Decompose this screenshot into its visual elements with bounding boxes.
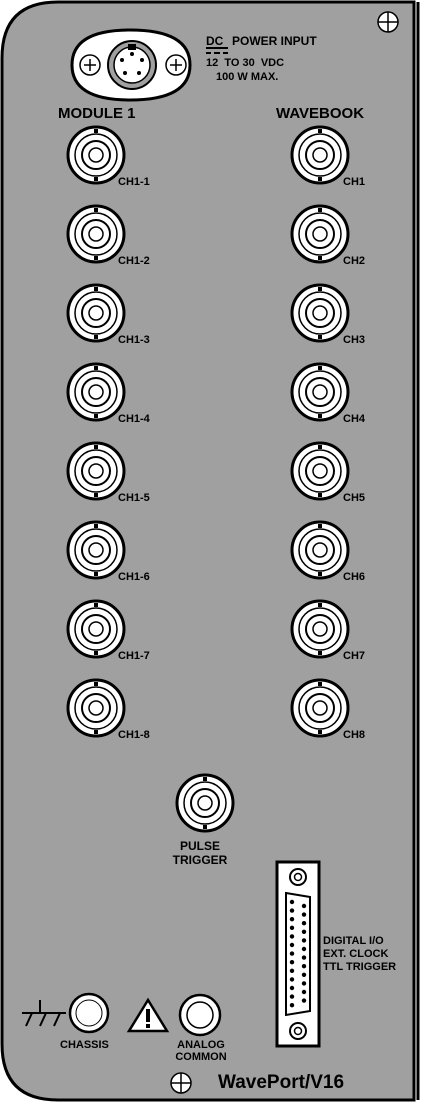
module-channel-label-4: CH1-4: [118, 413, 150, 425]
db25-connector[interactable]: [275, 860, 321, 1048]
wavebook-channel-label-2: CH2: [343, 255, 366, 267]
mounting-screw-bottom: [170, 1072, 192, 1094]
chassis-binding-post[interactable]: [68, 992, 110, 1034]
wavebook-bnc-3[interactable]: [290, 283, 350, 343]
wavebook-header: WAVEBOOK: [276, 105, 365, 122]
dc-power-connector[interactable]: [70, 28, 192, 102]
pulse-trigger-line2: TRIGGER: [172, 853, 228, 867]
module-channel-label-3: CH1-3: [118, 334, 150, 346]
wavebook-bnc-7[interactable]: [290, 599, 350, 659]
module-channel-label-5: CH1-5: [118, 492, 150, 504]
wavebook-bnc-4[interactable]: [290, 362, 350, 422]
module-bnc-8[interactable]: [66, 678, 126, 738]
pulse-trigger-label: PULSE TRIGGER: [160, 840, 240, 866]
chassis-label: CHASSIS: [60, 1039, 109, 1051]
wavebook-channel-label-8: CH8: [343, 729, 366, 741]
analog-common-label: ANALOG COMMON: [165, 1040, 237, 1063]
module-channel-label-2: CH1-2: [118, 255, 150, 267]
power-title: POWER INPUT: [232, 34, 317, 48]
wavebook-bnc-6[interactable]: [290, 520, 350, 580]
module-bnc-1[interactable]: [66, 125, 126, 185]
module-bnc-4[interactable]: [66, 362, 126, 422]
digital-line3: TTL TRIGGER: [323, 961, 397, 973]
module-bnc-5[interactable]: [66, 441, 126, 501]
module-channel-label-8: CH1-8: [118, 729, 150, 741]
wavebook-channel-label-1: CH1: [343, 176, 366, 188]
wavebook-channel-label-3: CH3: [343, 334, 366, 346]
wavebook-bnc-1[interactable]: [290, 125, 350, 185]
digital-line2: EXT. CLOCK: [323, 948, 389, 960]
wavebook-bnc-2[interactable]: [290, 204, 350, 264]
module-bnc-3[interactable]: [66, 283, 126, 343]
module-channel-label-1: CH1-1: [118, 176, 150, 188]
digital-io-label: DIGITAL I/O EXT. CLOCK TTL TRIGGER: [323, 936, 396, 973]
analog-line2: COMMON: [175, 1051, 227, 1063]
wavebook-channel-label-4: CH4: [343, 413, 366, 425]
wavebook-bnc-5[interactable]: [290, 441, 350, 501]
power-prefix: DC: [206, 34, 224, 48]
analog-common-binding-post[interactable]: [178, 993, 222, 1037]
wavebook-channel-label-5: CH5: [343, 492, 366, 504]
power-range: 12 TO 30 VDC: [206, 57, 285, 69]
wavebook-bnc-8[interactable]: [290, 678, 350, 738]
pulse-trigger-bnc[interactable]: [175, 773, 235, 833]
wavebook-channel-label-6: CH6: [343, 571, 366, 583]
digital-line1: DIGITAL I/O: [323, 935, 384, 947]
module-bnc-7[interactable]: [66, 599, 126, 659]
module-header: MODULE 1: [58, 105, 136, 122]
module-bnc-6[interactable]: [66, 520, 126, 580]
mounting-screw-top: [377, 11, 399, 33]
power-max: 100 W MAX.: [216, 71, 279, 83]
pulse-trigger-line1: PULSE: [179, 839, 220, 853]
module-channel-label-7: CH1-7: [118, 650, 150, 662]
analog-line1: ANALOG: [177, 1039, 225, 1051]
module-channel-label-6: CH1-6: [118, 571, 150, 583]
module-bnc-2[interactable]: [66, 204, 126, 264]
brand-label: WavePort/V16: [218, 1072, 345, 1093]
wavebook-channel-label-7: CH7: [343, 650, 366, 662]
